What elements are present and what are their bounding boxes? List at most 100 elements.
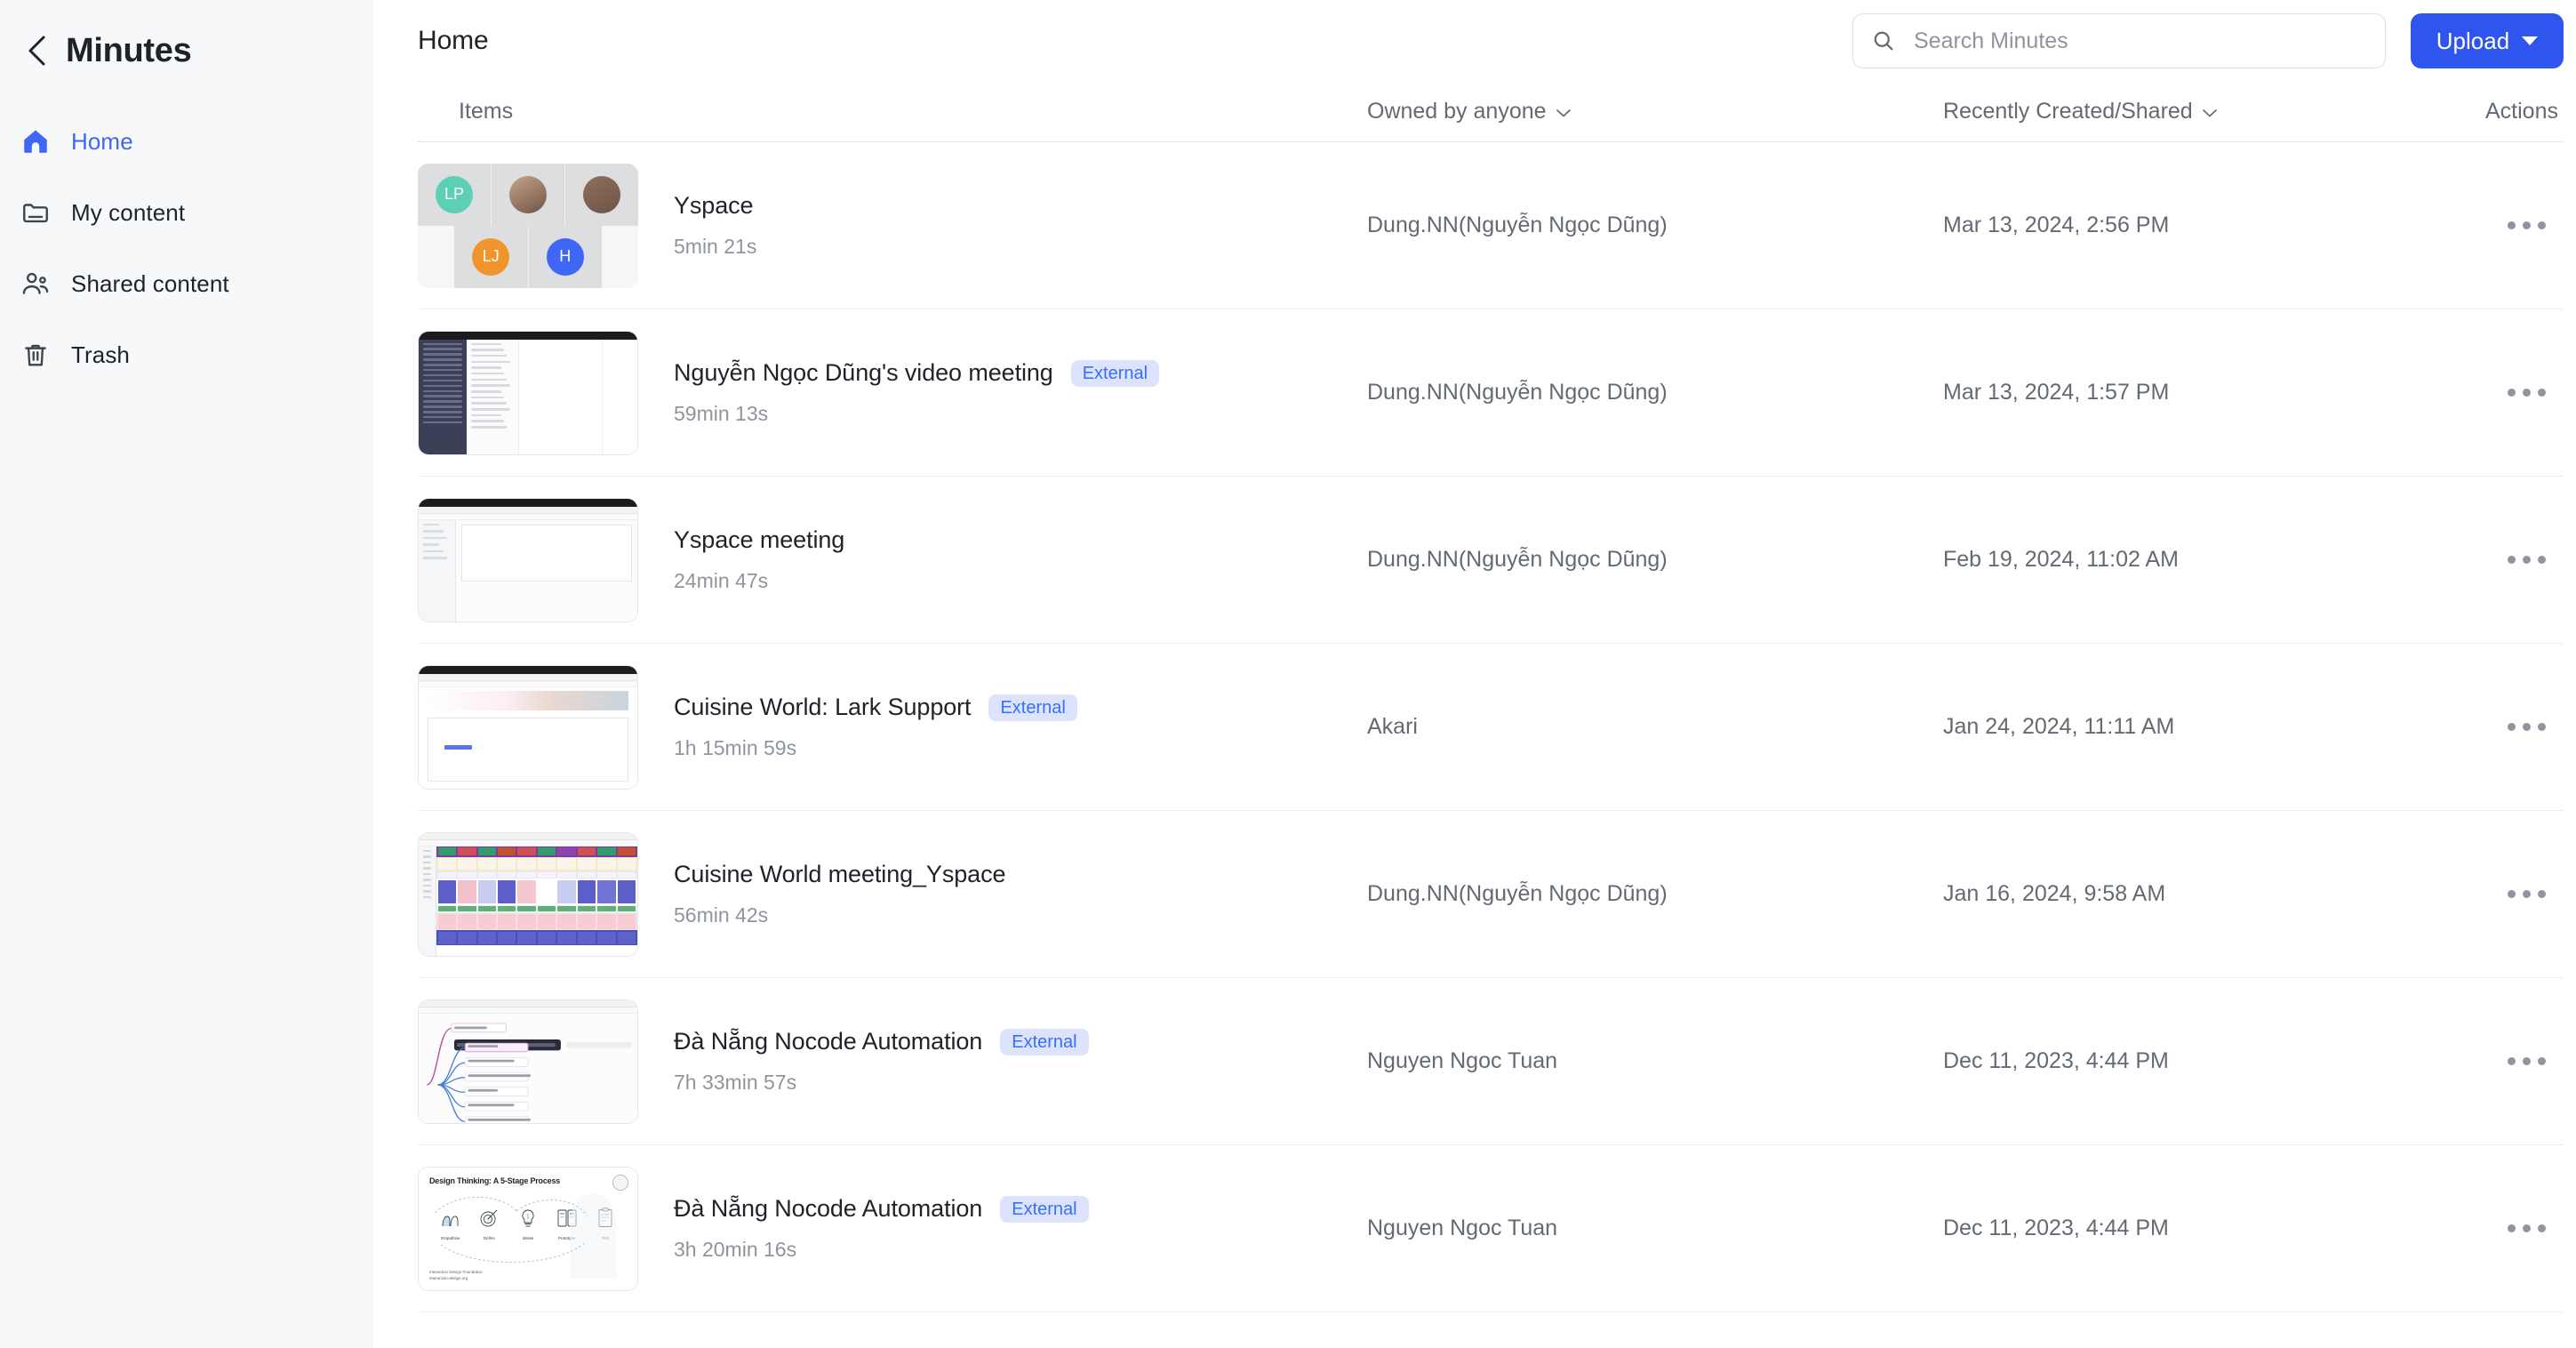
more-horizontal-icon[interactable] <box>2495 878 2558 911</box>
column-header-items-label: Items <box>459 99 514 124</box>
more-horizontal-icon[interactable] <box>2495 543 2558 576</box>
item-text: Đà Nẵng Nocode Automation External 3h 20mi… <box>674 1195 1089 1262</box>
avatar: H <box>546 237 584 276</box>
table-row[interactable]: Yspace meeting 24min 47s Dung.NN(Nguyễn Ng… <box>418 477 2564 644</box>
column-header-actions: Actions <box>2485 99 2564 124</box>
thumb-title: Design Thinking: A 5-Stage Process <box>429 1175 561 1185</box>
item-thumbnail[interactable] <box>418 831 638 957</box>
item-duration: 1h 15min 59s <box>674 736 797 759</box>
app-title: Minutes <box>66 31 192 69</box>
sidebar-item-shared-content[interactable]: Shared content <box>0 258 373 309</box>
item-duration: 59min 13s <box>674 402 769 425</box>
home-icon <box>16 122 55 161</box>
item-thumbnail[interactable] <box>418 664 638 790</box>
sidebar-item-trash[interactable]: Trash <box>0 329 373 381</box>
column-header-date[interactable]: Recently Created/Shared <box>1943 99 2485 124</box>
search-icon <box>1871 28 1901 53</box>
item-title-line: Yspace <box>674 192 756 220</box>
item-thumbnail[interactable] <box>418 330 638 455</box>
cell-owner: Dung.NN(Nguyễn Ngọc Dũng) <box>1367 213 1668 237</box>
cell-date: Feb 19, 2024, 11:02 AM <box>1943 547 2180 572</box>
column-header-items: Items <box>418 99 1367 124</box>
screenshot-thumbnail: Design Thinking: A 5-Stage Process Empath… <box>418 1166 638 1291</box>
cell-owner: Nguyen Ngoc Tuan <box>1367 1216 1558 1240</box>
item-thumbnail[interactable] <box>418 999 638 1124</box>
screenshot-thumbnail <box>418 999 638 1124</box>
chevron-down-icon <box>1556 99 1572 124</box>
item-text: Yspace 5min 21s <box>674 192 756 259</box>
item-thumbnail[interactable]: LP LJ H <box>418 163 638 288</box>
cell-item: Yspace meeting 24min 47s <box>418 497 1367 622</box>
avatar: LP <box>436 175 473 213</box>
table-row[interactable]: Nguyễn Ngọc Dũng's video meeting External… <box>418 309 2564 477</box>
column-header-actions-label: Actions <box>2485 99 2558 124</box>
upload-button[interactable]: Upload <box>2410 13 2564 68</box>
table-row[interactable]: Design Thinking: A 5-Stage Process Empath… <box>418 1145 2564 1312</box>
app-root: Minutes Home My content Shared content T… <box>0 0 2576 1348</box>
item-title-line: Yspace meeting <box>674 526 844 554</box>
column-header-owner[interactable]: Owned by anyone <box>1367 99 1943 124</box>
table-row[interactable]: Cuisine World: Lark Support External 1h 15… <box>418 644 2564 811</box>
avatar <box>583 175 620 213</box>
screenshot-thumbnail <box>418 664 638 790</box>
cell-date: Jan 24, 2024, 11:11 AM <box>1943 714 2175 739</box>
table-row[interactable]: LP LJ H Yspace 5min 21s Dung.NN(Nguyễn Ngọc D… <box>418 142 2564 309</box>
more-horizontal-icon[interactable] <box>2495 1045 2558 1078</box>
avatar: LJ <box>472 237 510 276</box>
item-thumbnail[interactable] <box>418 497 638 622</box>
cell-actions <box>2485 1045 2564 1078</box>
sidebar-item-my-content[interactable]: My content <box>0 187 373 238</box>
item-title-line: Đà Nẵng Nocode Automation External <box>674 1028 1089 1055</box>
screenshot-thumbnail <box>418 497 638 622</box>
item-title-line: Nguyễn Ngọc Dũng's video meeting External <box>674 359 1160 387</box>
item-title[interactable]: Nguyễn Ngọc Dũng's video meeting <box>674 359 1053 387</box>
main-content: Home Upload Items <box>373 0 2576 1348</box>
items-table: Items Owned by anyone Recently Created/S… <box>373 82 2576 1312</box>
item-thumbnail[interactable]: Design Thinking: A 5-Stage Process Empath… <box>418 1166 638 1291</box>
cell-item: Cuisine World: Lark Support External 1h 15… <box>418 664 1367 790</box>
more-horizontal-icon[interactable] <box>2495 710 2558 743</box>
item-title[interactable]: Cuisine World: Lark Support <box>674 694 972 721</box>
table-row[interactable]: Cuisine World meeting_Yspace 56min 42s Dun… <box>418 811 2564 978</box>
search-input[interactable] <box>1913 14 2367 68</box>
cell-owner: Dung.NN(Nguyễn Ngọc Dũng) <box>1367 547 1668 572</box>
more-horizontal-icon[interactable] <box>2495 1212 2558 1245</box>
search-box[interactable] <box>1852 13 2386 68</box>
item-title[interactable]: Yspace <box>674 192 754 220</box>
item-text: Nguyễn Ngọc Dũng's video meeting External… <box>674 359 1160 426</box>
item-title[interactable]: Đà Nẵng Nocode Automation <box>674 1028 982 1055</box>
item-title[interactable]: Cuisine World meeting_Yspace <box>674 861 1006 888</box>
item-title-line: Cuisine World meeting_Yspace <box>674 861 1006 888</box>
sidebar-item-label: Trash <box>71 341 130 368</box>
avatar <box>509 175 547 213</box>
item-text: Cuisine World meeting_Yspace 56min 42s <box>674 861 1006 927</box>
cell-date: Mar 13, 2024, 1:57 PM <box>1943 380 2170 405</box>
sidebar-item-label: My content <box>71 198 186 226</box>
cell-actions <box>2485 543 2564 576</box>
more-horizontal-icon[interactable] <box>2495 376 2558 409</box>
sidebar-item-label: Home <box>71 127 133 155</box>
people-icon <box>16 264 55 303</box>
cell-actions <box>2485 209 2564 242</box>
sidebar-item-label: Shared content <box>71 269 229 297</box>
cell-item: Design Thinking: A 5-Stage Process Empath… <box>418 1166 1367 1291</box>
item-title[interactable]: Đà Nẵng Nocode Automation <box>674 1195 982 1223</box>
status-badge: External <box>988 694 1077 721</box>
item-duration: 7h 33min 57s <box>674 1071 797 1094</box>
cell-item: LP LJ H Yspace 5min 21s <box>418 163 1367 288</box>
item-title[interactable]: Yspace meeting <box>674 526 844 554</box>
cell-date: Dec 11, 2023, 4:44 PM <box>1943 1048 2169 1073</box>
chevron-left-icon[interactable] <box>18 31 57 70</box>
sidebar-header: Minutes <box>0 20 373 82</box>
sidebar-item-home[interactable]: Home <box>0 116 373 167</box>
more-horizontal-icon[interactable] <box>2495 209 2558 242</box>
cell-actions <box>2485 376 2564 409</box>
cell-item: Đà Nẵng Nocode Automation External 7h 33mi… <box>418 999 1367 1124</box>
cell-owner: Nguyen Ngoc Tuan <box>1367 1048 1558 1073</box>
column-header-owner-label: Owned by anyone <box>1367 99 1547 124</box>
table-row[interactable]: Đà Nẵng Nocode Automation External 7h 33mi… <box>418 978 2564 1145</box>
item-duration: 5min 21s <box>674 235 757 258</box>
chevron-down-icon <box>2202 99 2218 124</box>
item-duration: 56min 42s <box>674 903 769 927</box>
status-badge: External <box>1000 1028 1089 1055</box>
